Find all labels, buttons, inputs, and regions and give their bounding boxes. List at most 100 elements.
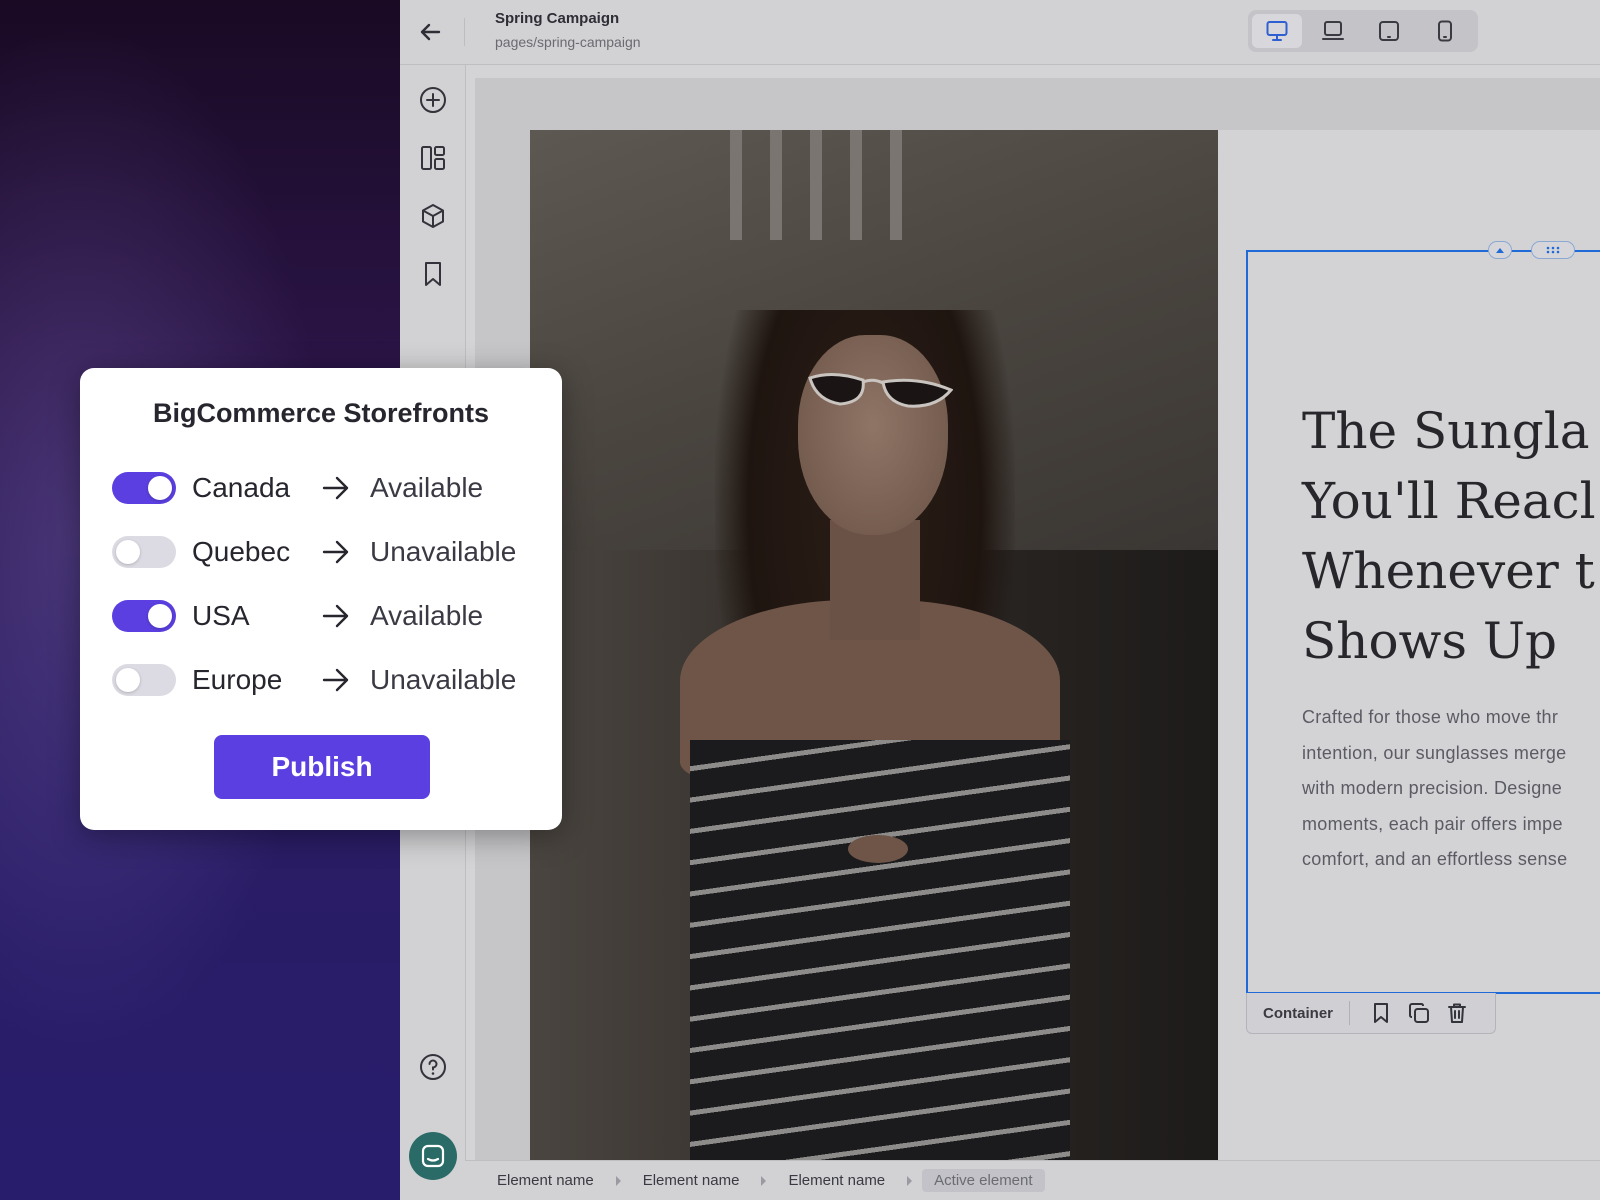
desktop-view-button[interactable] xyxy=(1252,14,1302,48)
hero-description: Crafted for those who move thr intention… xyxy=(1302,700,1600,878)
content-section: The Sungla You'll Reacl Whenever t Shows… xyxy=(1218,130,1600,1160)
element-toolbar: Container xyxy=(1246,993,1496,1034)
cube-icon xyxy=(422,204,444,228)
saved-blocks-button[interactable] xyxy=(416,257,450,291)
tablet-view-button[interactable] xyxy=(1364,14,1414,48)
breadcrumb-active-item[interactable]: Active element xyxy=(922,1169,1045,1192)
bookmark-icon xyxy=(1374,1003,1389,1023)
photo-detail xyxy=(798,335,948,535)
caret-up-icon xyxy=(1496,248,1504,253)
photo-detail xyxy=(848,835,908,863)
arrow-right-icon xyxy=(322,604,349,628)
storefront-toggle[interactable] xyxy=(112,600,176,632)
add-circle-icon xyxy=(420,87,446,113)
move-up-handle[interactable] xyxy=(1488,241,1512,259)
hero-heading: The Sungla You'll Reacl Whenever t Shows… xyxy=(1302,396,1600,676)
components-button[interactable] xyxy=(416,199,450,233)
region-name: Canada xyxy=(192,472,291,503)
heading-line: Shows Up xyxy=(1302,612,1558,670)
page-editor: Spring Campaign pages/spring-campaign Th… xyxy=(400,0,1600,1200)
description-line: moments, each pair offers impe xyxy=(1302,813,1563,834)
save-block-button[interactable] xyxy=(1362,997,1400,1029)
availability-status: Available xyxy=(370,600,484,631)
region-name: Quebec xyxy=(192,536,291,567)
desktop-icon xyxy=(1266,21,1288,41)
grip-icon xyxy=(1546,246,1560,254)
laptop-icon xyxy=(1322,21,1344,40)
breadcrumb-item[interactable]: Element name xyxy=(776,1169,897,1192)
toggle-knob xyxy=(116,540,140,564)
trash-icon xyxy=(1448,1003,1467,1023)
storefront-toggle[interactable] xyxy=(112,536,176,568)
delete-button[interactable] xyxy=(1438,997,1476,1029)
storefront-toggle[interactable] xyxy=(112,472,176,504)
photo-detail xyxy=(730,130,742,240)
mobile-view-button[interactable] xyxy=(1420,14,1470,48)
back-button[interactable] xyxy=(414,18,446,46)
bookmark-icon xyxy=(425,262,441,286)
arrow-right-icon xyxy=(322,540,349,564)
add-element-button[interactable] xyxy=(416,83,450,117)
photo-detail xyxy=(810,130,822,240)
help-button[interactable] xyxy=(416,1050,450,1084)
photo-detail xyxy=(850,130,862,240)
device-switcher xyxy=(1248,10,1478,52)
description-line: with modern precision. Designe xyxy=(1302,778,1563,798)
drag-handle[interactable] xyxy=(1531,241,1575,259)
storefront-row: Europe Unavailable xyxy=(112,660,532,700)
toggle-knob xyxy=(116,668,140,692)
heading-line: Whenever t xyxy=(1302,542,1595,600)
arrow-right-icon xyxy=(322,476,349,500)
mobile-icon xyxy=(1438,20,1452,42)
description-line: comfort, and an effortless sense xyxy=(1302,849,1568,869)
toggle-knob xyxy=(148,476,172,500)
heading-line: The Sungla xyxy=(1302,402,1590,460)
duplicate-button[interactable] xyxy=(1400,997,1438,1029)
page-preview: The Sungla You'll Reacl Whenever t Shows… xyxy=(530,130,1600,1160)
divider xyxy=(464,18,465,46)
page-path: pages/spring-campaign xyxy=(495,34,641,50)
breadcrumb-item[interactable]: Element name xyxy=(631,1169,752,1192)
availability-status: Unavailable xyxy=(370,536,517,567)
photo-detail xyxy=(770,130,782,240)
storefronts-dialog: BigCommerce Storefronts Canada Available… xyxy=(80,368,562,830)
photo-detail xyxy=(808,373,953,408)
chat-icon xyxy=(421,1144,445,1168)
breadcrumb-item[interactable]: Element name xyxy=(485,1169,606,1192)
laptop-view-button[interactable] xyxy=(1308,14,1358,48)
chevron-right-icon xyxy=(761,1175,767,1186)
chevron-right-icon xyxy=(615,1175,621,1186)
hero-image[interactable] xyxy=(530,130,1218,1160)
element-breadcrumb: Element name Element name Element name A… xyxy=(465,1160,1600,1200)
layout-icon xyxy=(421,146,445,170)
availability-status: Unavailable xyxy=(370,664,517,695)
copy-icon xyxy=(1409,1003,1430,1023)
availability-status: Available xyxy=(370,472,484,503)
storefront-toggle[interactable] xyxy=(112,664,176,696)
storefront-row: Quebec Unavailable xyxy=(112,532,532,572)
region-name: Europe xyxy=(192,664,283,695)
region-name: USA xyxy=(192,600,250,631)
arrow-left-icon xyxy=(420,23,441,41)
publish-button[interactable]: Publish xyxy=(214,735,430,799)
tablet-icon xyxy=(1379,21,1399,41)
description-line: intention, our sunglasses merge xyxy=(1302,742,1567,763)
heading-line: You'll Reacl xyxy=(1302,472,1596,530)
divider xyxy=(1349,1001,1351,1025)
photo-detail xyxy=(890,130,902,240)
photo-detail xyxy=(690,740,1070,1160)
editor-canvas: The Sungla You'll Reacl Whenever t Shows… xyxy=(475,78,1600,1160)
chat-button[interactable] xyxy=(409,1132,457,1180)
storefront-row: Canada Available xyxy=(112,468,532,508)
toggle-knob xyxy=(148,604,172,628)
layout-button[interactable] xyxy=(416,141,450,175)
top-bar: Spring Campaign pages/spring-campaign xyxy=(400,0,1600,65)
storefront-row: USA Available xyxy=(112,596,532,636)
chevron-right-icon xyxy=(907,1175,913,1186)
dialog-title: BigCommerce Storefronts xyxy=(152,398,490,428)
description-line: Crafted for those who move thr xyxy=(1302,707,1559,727)
help-icon xyxy=(420,1054,446,1080)
element-type-label: Container xyxy=(1263,1004,1334,1022)
photo-detail xyxy=(830,520,920,640)
page-title: Spring Campaign xyxy=(495,10,620,27)
